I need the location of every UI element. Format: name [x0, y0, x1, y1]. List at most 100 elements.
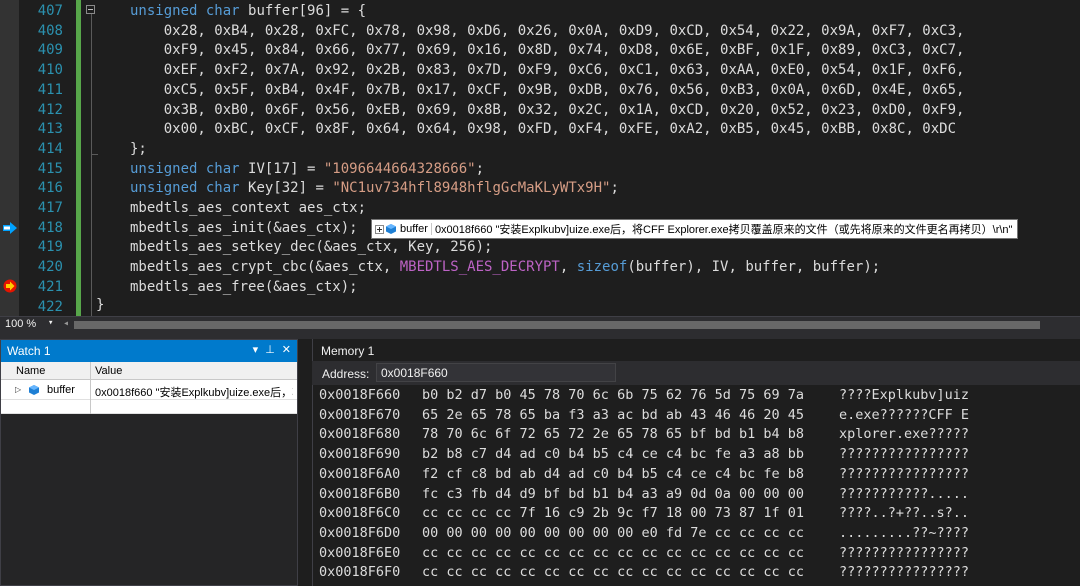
editor-status-bar: 100 % ▾ ◂: [0, 316, 1080, 333]
code-token: mbedtls_aes_context aes_ctx;: [130, 200, 367, 216]
line-number: 420: [37, 259, 63, 276]
line-number: 417: [37, 200, 63, 216]
watch-panel-controls: ▾ ⊥ ✕: [246, 343, 291, 356]
code-line[interactable]: mbedtls_aes_context aes_ctx;: [130, 199, 366, 219]
column-name-header[interactable]: Name: [16, 365, 45, 377]
memory-row-bytes: cc cc cc cc 7f 16 c9 2b 9c f7 18 00 73 8…: [422, 505, 805, 522]
code-token: sizeof: [576, 259, 628, 276]
watch-panel-title: Watch 1: [7, 344, 51, 358]
datatip[interactable]: buffer 0x0018f660 "安装Explkubv]uize.exe后，…: [371, 219, 1019, 239]
code-line[interactable]: mbedtls_aes_free(&aes_ctx);: [130, 278, 358, 298]
line-number: 414: [37, 140, 63, 157]
column-value-header[interactable]: Value: [95, 365, 122, 377]
address-input[interactable]: 0x0018F660: [376, 363, 616, 382]
memory-row[interactable]: 0x0018F6F0 cc cc cc cc cc cc cc cc cc cc …: [319, 563, 969, 583]
closing-brace: }: [96, 297, 105, 313]
memory-row[interactable]: 0x0018F670 65 2e 65 78 65 ba f3 a3 ac bd …: [319, 406, 969, 426]
memory-row-address: 0x0018F6D0: [319, 524, 401, 541]
zoom-level[interactable]: 100 %: [5, 318, 36, 330]
code-token: Key[32] =: [248, 180, 333, 197]
datatip-name: buffer: [400, 223, 432, 235]
line-number: 407: [37, 3, 63, 19]
memory-row-address: 0x0018F6E0: [319, 544, 401, 561]
memory-row-ascii: xplorer.exe?????: [839, 426, 970, 443]
memory-row[interactable]: 0x0018F680 78 70 6c 6f 72 65 72 2e 65 78 …: [319, 425, 969, 445]
code-line[interactable]: 0xEF, 0xF2, 0x7A, 0x92, 0x2B, 0x83, 0x7D…: [130, 61, 965, 81]
datatip-value: 0x0018f660 "安装Explkubv]uize.exe后，将CFF Ex…: [434, 224, 1013, 236]
horizontal-scrollbar[interactable]: [74, 321, 1040, 329]
variable-icon: [386, 224, 396, 234]
code-token: 0x28, 0xB4, 0x28, 0xFC, 0x78, 0x98, 0xD6…: [130, 22, 965, 39]
code-token: 0xF9, 0x45, 0x84, 0x66, 0x77, 0x69, 0x16…: [130, 42, 965, 59]
memory-row[interactable]: 0x0018F690 b2 b8 c7 d4 ad c0 b4 b5 c4 ce …: [319, 445, 969, 465]
code-line[interactable]: 0x28, 0xB4, 0x28, 0xFC, 0x78, 0x98, 0xD6…: [130, 22, 965, 42]
collapse-toggle-icon[interactable]: [86, 5, 95, 14]
watch-row[interactable]: ▷ buffer 0x0018f660 "安装Explkubv]uize.exe…: [1, 380, 297, 400]
code-line[interactable]: mbedtls_aes_setkey_dec(&aes_ctx, Key, 25…: [130, 238, 492, 258]
line-number: 418: [37, 219, 63, 236]
code-line[interactable]: 0x00, 0xBC, 0xCF, 0x8F, 0x64, 0x64, 0x98…: [130, 120, 956, 140]
zoom-dropdown-icon[interactable]: ▾: [48, 318, 53, 328]
scrollbar-thumb[interactable]: [74, 321, 1040, 329]
line-number: 419: [37, 239, 63, 256]
pin-icon[interactable]: ⊥: [265, 344, 275, 356]
code-token: ;: [610, 180, 619, 197]
memory-row-bytes: 65 2e 65 78 65 ba f3 a3 ac bd ab 43 46 4…: [422, 406, 805, 423]
code-token: mbedtls_aes_setkey_dec(&aes_ctx, Key, 25…: [130, 239, 493, 256]
code-token: 0xC5, 0x5F, 0xB4, 0x4F, 0x7B, 0x17, 0xCF…: [130, 81, 965, 98]
expand-arrow-icon[interactable]: ▷: [15, 385, 21, 394]
code-token: 0x3B, 0xB0, 0x6F, 0x56, 0xEB, 0x69, 0x8B…: [130, 101, 965, 118]
memory-row[interactable]: 0x0018F6A0 f2 cf c8 bd ab d4 ad c0 b4 b5 …: [319, 465, 969, 485]
code-line[interactable]: unsigned char Key[32] = "NC1uv734hfl8948…: [130, 179, 619, 199]
watch-new-row[interactable]: [1, 400, 297, 414]
code-token: MBEDTLS_AES_DECRYPT: [399, 259, 560, 276]
code-line[interactable]: unsigned char buffer[96] = {: [130, 2, 366, 22]
memory-row-ascii: e.exe??????CFF E: [839, 406, 970, 423]
datatip-expand-icon[interactable]: [375, 224, 384, 234]
memory-row-bytes: fc c3 fb d4 d9 bf bd b1 b4 a3 a9 0d 0a 0…: [422, 485, 805, 502]
code-line[interactable]: };: [130, 140, 147, 160]
code-line[interactable]: 0x3B, 0xB0, 0x6F, 0x56, 0xEB, 0x69, 0x8B…: [130, 101, 965, 121]
code-token: (buffer), IV, buffer, buffer);: [627, 259, 881, 276]
memory-row[interactable]: 0x0018F6B0 fc c3 fb d4 d9 bf bd b1 b4 a3 …: [319, 485, 969, 505]
memory-row-bytes: cc cc cc cc cc cc cc cc cc cc cc cc cc c…: [422, 564, 805, 581]
code-line[interactable]: 0xC5, 0x5F, 0xB4, 0x4F, 0x7B, 0x17, 0xCF…: [130, 81, 965, 101]
address-label: Address:: [322, 367, 370, 381]
change-tracking-bar: [76, 0, 81, 316]
memory-row[interactable]: 0x0018F6E0 cc cc cc cc cc cc cc cc cc cc …: [319, 544, 969, 564]
memory-row-ascii: ????????????????: [839, 564, 970, 581]
memory-row[interactable]: 0x0018F6D0 00 00 00 00 00 00 00 00 00 e0 …: [319, 524, 969, 544]
memory-row-ascii: ????Explkubv]uiz: [839, 387, 970, 403]
code-line[interactable]: 0xF9, 0x45, 0x84, 0x66, 0x77, 0x69, 0x16…: [130, 41, 965, 61]
memory-row-ascii: ???????????.....: [839, 485, 970, 502]
code-token: IV[17] =: [248, 160, 324, 177]
memory-row-bytes: cc cc cc cc cc cc cc cc cc cc cc cc cc c…: [422, 544, 805, 561]
code-token: buffer[96] = {: [248, 3, 367, 19]
code-line[interactable]: unsigned char IV[17] = "1096644664328666…: [130, 160, 484, 180]
outlining-end: [91, 154, 98, 155]
column-separator[interactable]: [90, 362, 91, 414]
close-icon[interactable]: ✕: [282, 344, 291, 356]
memory-row-bytes: 78 70 6c 6f 72 65 72 2e 65 78 65 bf bd b…: [422, 426, 805, 443]
memory-row-address: 0x0018F6B0: [319, 485, 401, 502]
code-editor[interactable]: 407 408 409 410 411 412 413 414 415 416 417 418 419 4…: [0, 0, 1080, 316]
breakpoint-current-icon[interactable]: [3, 279, 17, 293]
code-token: "NC1uv734hfl8948hflgGcMaKLyWTx9H": [332, 180, 611, 197]
scroll-left-icon[interactable]: ◂: [63, 318, 69, 329]
code-token: char: [205, 180, 249, 197]
code-line[interactable]: mbedtls_aes_crypt_cbc(&aes_ctx, MBEDTLS_…: [130, 258, 880, 278]
memory-panel-title[interactable]: Memory 1: [321, 344, 374, 358]
memory-row[interactable]: 0x0018F6C0 cc cc cc cc 7f 16 c9 2b 9c f7 …: [319, 504, 969, 524]
memory-row[interactable]: 0x0018F660 b0 b2 d7 b0 45 78 70 6c 6b 75 …: [319, 386, 969, 406]
code-token: unsigned: [130, 3, 206, 19]
panel-menu-icon[interactable]: ▾: [253, 344, 259, 356]
line-number: 415: [37, 160, 63, 177]
line-number-gutter: 407 408 409 410 411 412 413 414 415 416 417 418 419 4…: [19, 0, 83, 316]
watch-panel-header[interactable]: Watch 1 ▾ ⊥ ✕: [1, 340, 297, 362]
memory-row-address: 0x0018F680: [319, 426, 401, 443]
code-token: unsigned: [130, 180, 206, 197]
memory-row-address: 0x0018F6F0: [319, 564, 401, 581]
indicator-margin[interactable]: [0, 0, 19, 316]
memory-row-bytes: b2 b8 c7 d4 ad c0 b4 b5 c4 ce c4 bc fe a…: [422, 446, 805, 463]
code-line[interactable]: mbedtls_aes_init(&aes_ctx);: [130, 219, 358, 239]
